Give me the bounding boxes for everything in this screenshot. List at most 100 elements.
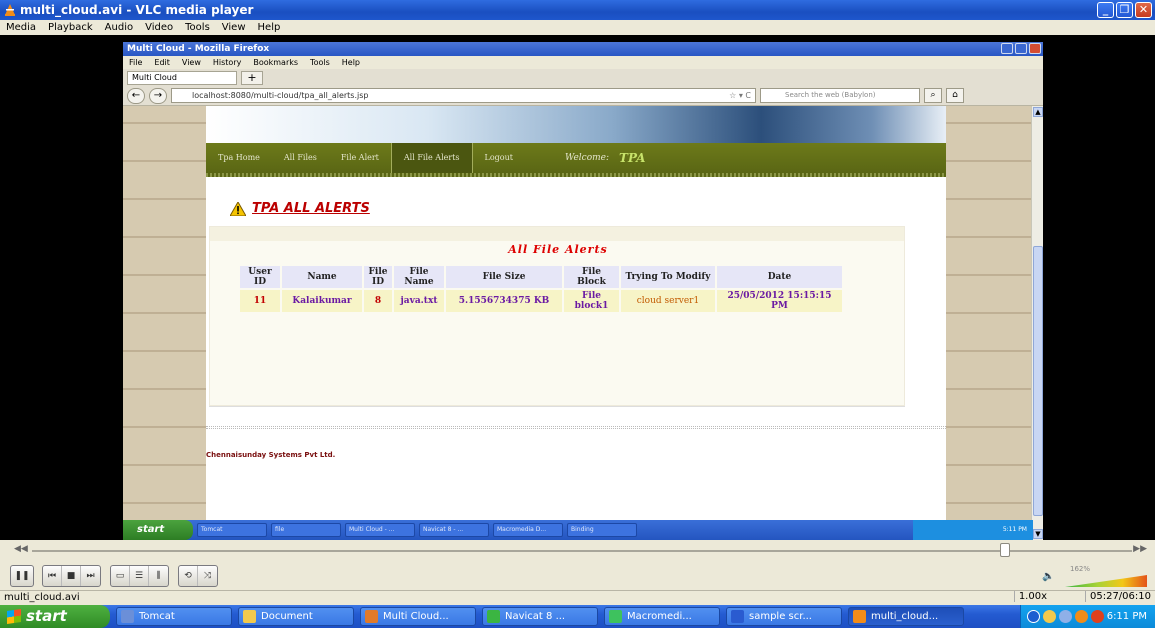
home-icon[interactable]: ⌂ [946,88,964,103]
back-tray-icon[interactable] [1027,610,1040,623]
cell-file-size: 5.1556734375 KB [446,290,562,312]
panel-divider [209,406,905,407]
ff-menu-edit[interactable]: Edit [154,58,170,67]
fullscreen-button[interactable]: ▭ [111,566,130,586]
ff-menu-bookmarks[interactable]: Bookmarks [253,58,298,67]
playback-speed[interactable]: 1.00x [1013,591,1047,602]
vlc-tray-icon[interactable] [1075,610,1088,623]
taskbar-item-label: Multi Cloud... [383,611,449,622]
taskbar-item-label: sample scr... [749,611,812,622]
ff-menu-history[interactable]: History [213,58,241,67]
alerts-table: User ID Name File ID File Name File Size… [238,264,844,314]
menu-media[interactable]: Media [0,22,42,33]
firefox-tab-strip: Multi Cloud + [123,69,1043,86]
seek-area: ◀◀ ▶▶ [0,540,1155,562]
previous-button[interactable]: ⏮ [43,566,62,586]
taskbar-item[interactable]: Navicat 8 ... [482,607,598,626]
rewind-icon[interactable]: ◀◀ [14,544,28,554]
inner-clock: 5:11 PM [913,520,1033,540]
system-tray: 6:11 PM [1020,605,1155,628]
nav-tpa-home[interactable]: Tpa Home [206,143,272,173]
app-tray-icon[interactable] [1091,610,1104,623]
vlc-menu-bar: Media Playback Audio Video Tools View He… [0,20,1155,35]
fast-forward-icon[interactable]: ▶▶ [1133,544,1147,554]
new-tab-button[interactable]: + [241,70,263,85]
next-button[interactable]: ⏭ [81,566,100,586]
menu-audio[interactable]: Audio [99,22,139,33]
taskbar-item-label: multi_cloud... [871,611,939,622]
ff-maximize-button[interactable] [1015,43,1027,54]
ff-menu-help[interactable]: Help [342,58,360,67]
network-tray-icon[interactable] [1059,610,1072,623]
extended-settings-button[interactable]: ⫼ [149,566,168,586]
menu-view[interactable]: View [216,22,252,33]
inner-task-item: Binding [567,523,637,537]
url-bar[interactable]: localhost:8080/multi-cloud/tpa_all_alert… [171,88,756,103]
ff-menu-file[interactable]: File [129,58,142,67]
minimize-button[interactable]: _ [1097,2,1114,18]
playback-time[interactable]: 05:27/06:10 [1084,591,1151,602]
back-button[interactable]: ← [127,87,145,104]
taskbar-item-label: Document [261,611,313,622]
stop-button[interactable]: ■ [62,566,81,586]
windows-taskbar: start Tomcat Document Multi Cloud... Navica… [0,605,1155,628]
scroll-up-icon[interactable]: ▲ [1033,107,1043,117]
vlc-status-bar: multi_cloud.avi 1.00x 05:27/06:10 [0,590,1155,605]
taskbar-item[interactable]: Tomcat [116,607,232,626]
taskbar-item-label: Tomcat [139,611,175,622]
word-icon [731,610,744,623]
cell-file-name: java.txt [394,290,444,312]
menu-video[interactable]: Video [139,22,179,33]
page-scrollbar[interactable]: ▲ ▼ [1031,106,1043,540]
seek-track[interactable] [32,550,1132,552]
scroll-thumb[interactable] [1033,246,1043,516]
search-input[interactable]: Search the web (Babylon) [760,88,920,103]
forward-button[interactable]: → [149,87,167,104]
close-button[interactable]: ✕ [1135,2,1152,18]
firefox-window: Multi Cloud - Mozilla Firefox File Edit … [123,42,1043,540]
playlist-button[interactable]: ☰ [130,566,149,586]
shuffle-button[interactable]: ⤨ [198,566,217,586]
volume-slider[interactable] [1065,575,1147,587]
status-filename: multi_cloud.avi [4,592,80,603]
firefox-menu-bar: File Edit View History Bookmarks Tools H… [123,56,1043,69]
start-label: start [26,607,67,625]
scroll-down-icon[interactable]: ▼ [1033,529,1043,539]
page-title[interactable]: TPA ALL ALERTS [252,201,370,216]
taskbar-item[interactable]: Macromedi... [604,607,720,626]
taskbar-item[interactable]: sample scr... [726,607,842,626]
loop-button[interactable]: ⟲ [179,566,198,586]
nav-all-file-alerts[interactable]: All File Alerts [390,143,473,173]
taskbar-item[interactable]: Document [238,607,354,626]
tab-multi-cloud[interactable]: Multi Cloud [127,70,237,85]
start-button[interactable]: start [0,605,110,628]
ff-close-button[interactable] [1029,43,1041,54]
maximize-button[interactable]: ❐ [1116,2,1133,18]
taskbar-item[interactable]: multi_cloud... [848,607,964,626]
menu-help[interactable]: Help [252,22,287,33]
shield-tray-icon[interactable] [1043,610,1056,623]
nav-file-alert[interactable]: File Alert [329,143,391,173]
menu-tools[interactable]: Tools [179,22,216,33]
nav-all-files[interactable]: All Files [272,143,329,173]
menu-playback[interactable]: Playback [42,22,99,33]
video-area[interactable]: Multi Cloud - Mozilla Firefox File Edit … [0,35,1155,540]
seek-slider-handle[interactable] [1000,543,1010,557]
pause-button[interactable]: ❚❚ [10,565,34,587]
nav-logout[interactable]: Logout [473,143,525,173]
ff-menu-tools[interactable]: Tools [310,58,330,67]
alerts-panel: All File Alerts User ID Name File ID Fil… [209,226,905,406]
footer-text: Chennaisunday Systems Pvt Ltd. [206,451,336,459]
ff-menu-view[interactable]: View [182,58,201,67]
bookmark-star-icon[interactable]: ☆ ▾ C [729,89,751,102]
taskbar-clock: 6:11 PM [1106,611,1147,622]
cell-name: Kalaikumar [282,290,362,312]
page-body: Tpa Home All Files File Alert All File A… [206,106,946,540]
loop-group: ⟲ ⤨ [178,565,218,587]
ff-minimize-button[interactable] [1001,43,1013,54]
taskbar-item[interactable]: Multi Cloud... [360,607,476,626]
table-header-row: User ID Name File ID File Name File Size… [240,266,842,288]
folder-icon [243,610,256,623]
speaker-icon[interactable]: 🔈 [1042,571,1054,582]
search-icon[interactable]: ⌕ [924,88,942,103]
